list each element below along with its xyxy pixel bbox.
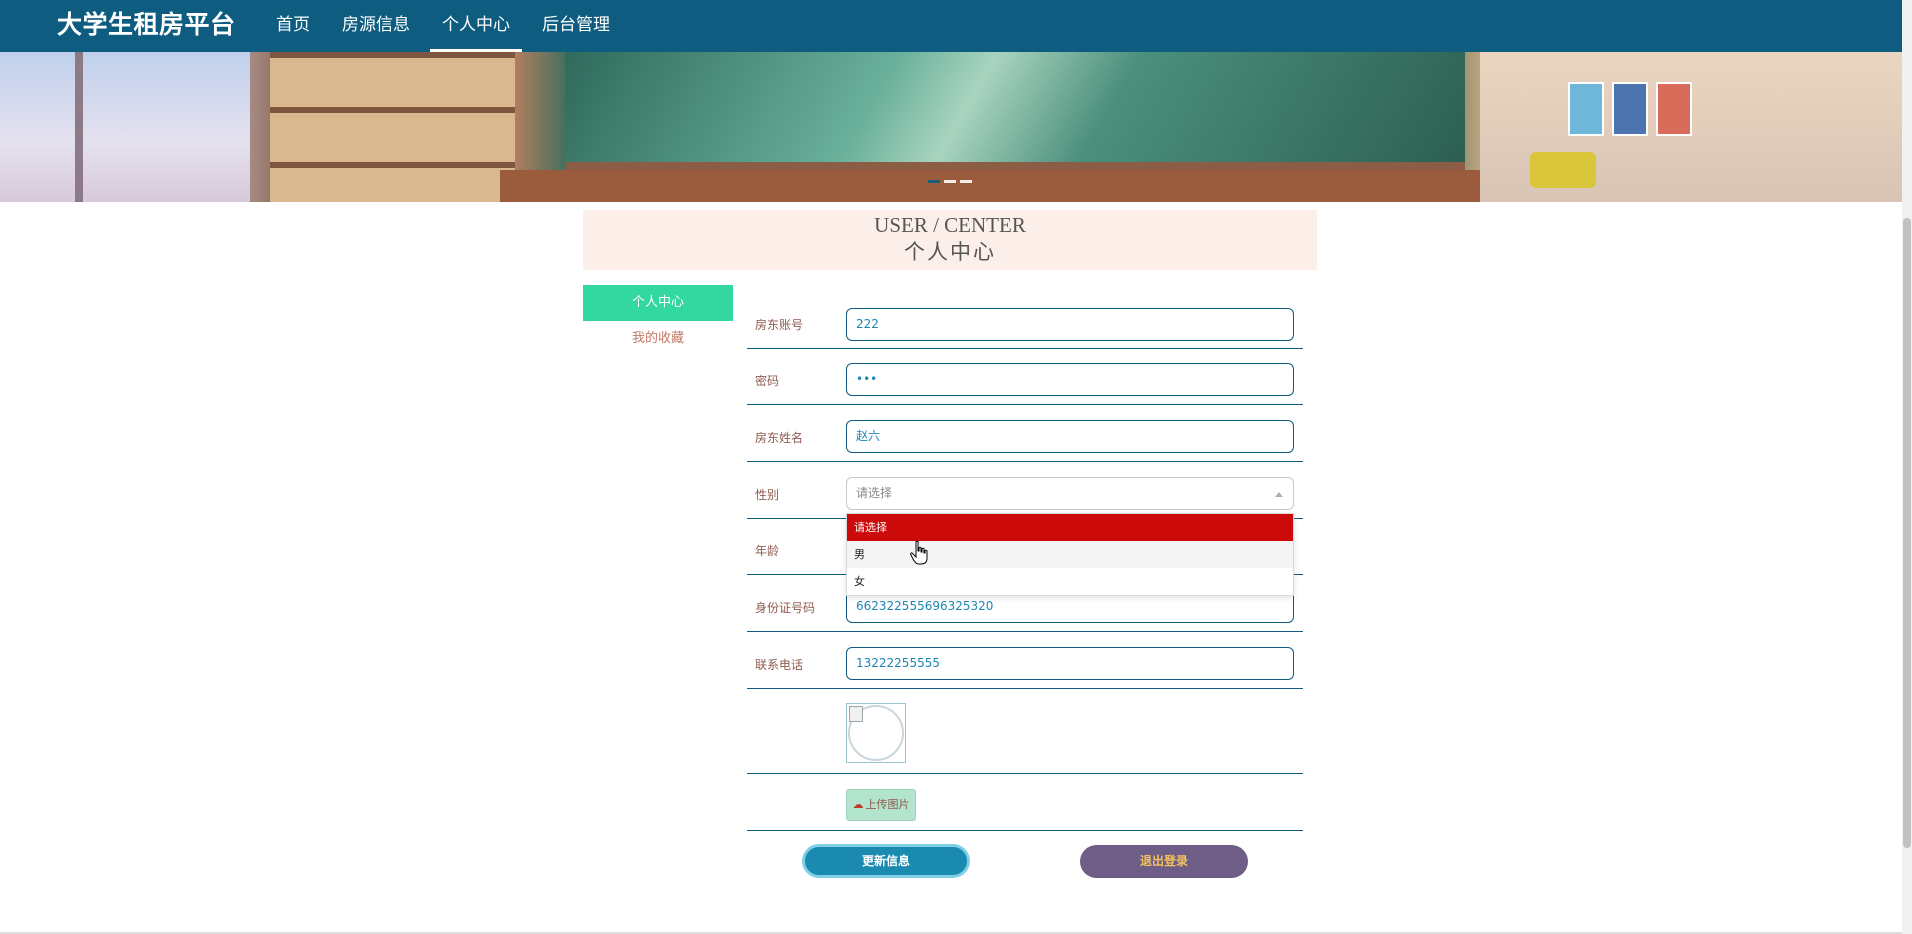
form-row-account: 房东账号 222 (747, 300, 1303, 349)
banner-desk-art (500, 170, 1500, 202)
account-label: 房东账号 (755, 318, 804, 332)
poster-art (1656, 82, 1692, 136)
banner-bookshelf-art (270, 52, 515, 202)
banner-chalkboard-art (565, 52, 1465, 170)
carousel-dot[interactable] (928, 180, 940, 183)
age-label: 年龄 (755, 544, 780, 558)
form-row-avatar (747, 688, 1303, 774)
nav-item-home[interactable]: 首页 (264, 0, 322, 52)
form-row-phone: 联系电话 13222255555 (747, 631, 1303, 689)
upload-image-button[interactable]: ☁ 上传图片 (846, 789, 916, 821)
cloud-upload-icon: ☁ (852, 798, 864, 811)
side-item-user-center[interactable]: 个人中心 (583, 285, 733, 321)
avatar-preview (846, 703, 906, 763)
caret-up-icon (1275, 492, 1283, 497)
password-input[interactable]: ••• (846, 363, 1294, 396)
gender-option-placeholder[interactable]: 请选择 (847, 514, 1293, 541)
upload-button-label: 上传图片 (865, 798, 910, 811)
banner-carousel (0, 52, 1902, 202)
hand-cursor-icon (910, 540, 928, 565)
nav-item-listings[interactable]: 房源信息 (330, 0, 422, 52)
top-navbar: 大学生租房平台 首页 房源信息 个人中心 后台管理 (0, 0, 1902, 52)
banner-window-art (0, 52, 250, 202)
form-row-name: 房东姓名 赵六 (747, 404, 1303, 462)
poster-art (1612, 82, 1648, 136)
section-title-cn: 个人中心 (904, 240, 996, 264)
carousel-dot[interactable] (960, 180, 972, 183)
form-row-gender: 性别 请选择 (747, 461, 1303, 519)
carousel-dot[interactable] (944, 180, 956, 183)
scrollbar-thumb[interactable] (1903, 218, 1911, 848)
gender-select[interactable]: 请选择 (846, 477, 1294, 510)
section-title-block: USER / CENTER 个人中心 (583, 210, 1317, 270)
phone-input[interactable]: 13222255555 (846, 647, 1294, 680)
site-brand[interactable]: 大学生租房平台 (57, 0, 236, 52)
name-label: 房东姓名 (755, 431, 804, 445)
carousel-indicators (928, 180, 972, 183)
id-number-label: 身份证号码 (755, 601, 816, 615)
banner-cooler-art (1530, 152, 1596, 188)
nav-menu: 首页 房源信息 个人中心 后台管理 (264, 0, 630, 52)
form-row-upload (747, 773, 1303, 831)
logout-button[interactable]: 退出登录 (1080, 845, 1248, 878)
nav-item-user-center[interactable]: 个人中心 (430, 0, 522, 52)
account-input[interactable]: 222 (846, 308, 1294, 341)
page-scrollbar[interactable] (1902, 0, 1912, 934)
form-row-password: 密码 ••• (747, 348, 1303, 405)
nav-item-admin[interactable]: 后台管理 (530, 0, 622, 52)
password-label: 密码 (755, 374, 780, 388)
name-input[interactable]: 赵六 (846, 420, 1294, 453)
gender-label: 性别 (755, 488, 780, 502)
gender-select-placeholder: 请选择 (856, 486, 893, 500)
broken-image-icon (849, 706, 863, 722)
poster-art (1568, 82, 1604, 136)
side-item-favorites[interactable]: 我的收藏 (583, 321, 733, 357)
side-menu: 个人中心 我的收藏 (583, 285, 733, 357)
phone-label: 联系电话 (755, 658, 804, 672)
section-title-en: USER / CENTER (874, 213, 1026, 237)
gender-option-female[interactable]: 女 (847, 568, 1293, 595)
update-info-button[interactable]: 更新信息 (802, 844, 970, 878)
